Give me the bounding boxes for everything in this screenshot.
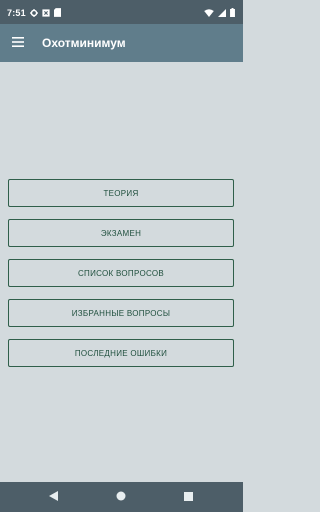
nav-home-button[interactable] [115,491,127,503]
favorite-questions-button[interactable]: ИЗБРАННЫЕ ВОПРОСЫ [8,299,234,327]
menu-button[interactable] [6,31,30,55]
recent-mistakes-button[interactable]: ПОСЛЕДНИЕ ОШИБКИ [8,339,234,367]
nav-back-button[interactable] [47,491,59,503]
hamburger-menu-icon [12,34,24,52]
app-bar: Охотминимум [0,24,243,62]
question-list-button[interactable]: СПИСОК ВОПРОСОВ [8,259,234,287]
main-menu: ТЕОРИЯ ЭКЗАМЕН СПИСОК ВОПРОСОВ ИЗБРАННЫЕ… [8,179,235,379]
home-circle-icon [116,488,126,506]
battery-icon [230,8,235,17]
gear-icon [30,8,38,17]
exam-button[interactable]: ЭКЗАМЕН [8,219,234,247]
status-bar: 7:51 [0,0,243,24]
status-right-icons [204,8,235,17]
signal-icon [218,8,226,17]
wifi-icon [204,8,214,17]
nav-recents-button[interactable] [182,491,194,503]
status-left-icons [30,8,61,17]
system-nav-bar [0,482,243,512]
sd-card-icon [54,8,61,17]
theory-button[interactable]: ТЕОРИЯ [8,179,234,207]
status-time: 7:51 [7,8,26,18]
recents-square-icon [183,488,193,506]
back-triangle-icon [48,488,58,506]
notification-x-icon [42,8,50,17]
app-title: Охотминимум [42,36,126,50]
